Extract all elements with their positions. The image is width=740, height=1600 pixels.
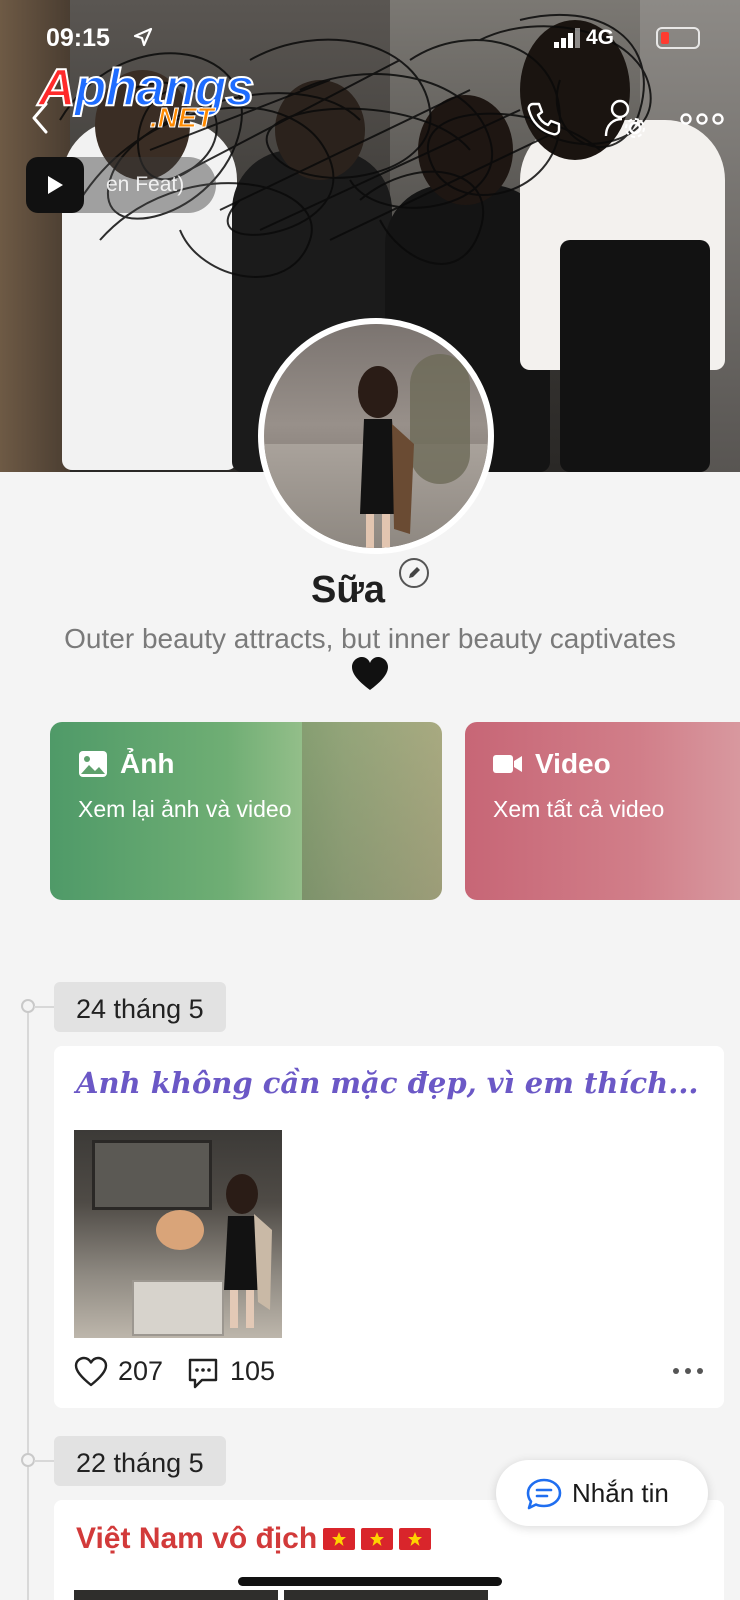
- videos-card-subtitle: Xem tất cả video: [493, 796, 665, 822]
- photos-card-title-row: Ảnh: [78, 748, 174, 780]
- post-image-strip[interactable]: [74, 1590, 494, 1600]
- post-image-figure: [224, 1174, 272, 1328]
- chat-bubble-icon: [526, 1478, 562, 1510]
- timeline-post[interactable]: Anh không cần mặc đẹp, vì em thích... 20…: [54, 1046, 724, 1408]
- post-actions: 207 105: [74, 1352, 704, 1392]
- comment-icon[interactable]: [186, 1356, 220, 1390]
- more-options-icon[interactable]: [680, 110, 724, 128]
- send-message-button[interactable]: Nhắn tin: [496, 1460, 708, 1526]
- person-settings-icon[interactable]: [604, 98, 648, 140]
- timeline-line: [27, 1006, 29, 1600]
- battery-icon: [656, 27, 700, 49]
- black-heart-icon: [352, 657, 388, 690]
- play-icon: [48, 176, 63, 194]
- videos-card-title: Video: [535, 748, 611, 779]
- timeline-dot: [21, 1453, 35, 1467]
- profile-bio: Outer beauty attracts, but inner beauty …: [64, 623, 676, 654]
- status-time: 09:15: [46, 24, 110, 52]
- vietnam-flag-icon: [323, 1528, 356, 1550]
- videos-card-title-row: Video: [493, 748, 611, 780]
- phone-icon[interactable]: [525, 100, 563, 138]
- profile-name-row: Sữa: [0, 558, 740, 612]
- photos-card-thumbnail: [302, 722, 442, 900]
- like-heart-icon[interactable]: [74, 1356, 108, 1388]
- timeline-date-chip: 22 tháng 5: [54, 1436, 226, 1486]
- like-count: 207: [118, 1356, 164, 1386]
- image-icon: [79, 751, 107, 777]
- profile-avatar[interactable]: [258, 318, 494, 554]
- photos-card-title: Ảnh: [120, 748, 175, 779]
- post-caption-row: Việt Nam vô địch: [76, 1522, 432, 1556]
- timeline-dot: [21, 999, 35, 1013]
- profile-name: Sữa: [311, 569, 385, 611]
- video-camera-icon: [493, 755, 522, 773]
- status-bar: 09:15 4G: [46, 22, 700, 54]
- network-type: 4G: [585, 26, 614, 49]
- send-message-label: Nhắn tin: [572, 1478, 669, 1508]
- vietnam-flag-icon: [399, 1528, 432, 1550]
- music-thumbnail: [26, 157, 84, 213]
- edit-name-icon[interactable]: [399, 558, 429, 588]
- videos-card[interactable]: Video Xem tất cả video: [465, 722, 740, 900]
- post-caption: Việt Nam vô địch: [76, 1522, 318, 1555]
- watermark-logo: Aphangs .NET: [37, 58, 255, 134]
- signal-icon: [554, 28, 580, 48]
- post-caption: Anh không cần mặc đẹp, vì em thích...: [76, 1066, 699, 1100]
- location-arrow-icon: [133, 27, 153, 47]
- photos-card[interactable]: Ảnh Xem lại ảnh và video: [50, 722, 442, 900]
- profile-music-player[interactable]: en Feat): [26, 157, 216, 213]
- comment-count: 105: [230, 1356, 276, 1386]
- back-icon[interactable]: [26, 98, 56, 138]
- vietnam-flag-icon: [361, 1528, 394, 1550]
- photos-card-subtitle: Xem lại ảnh và video: [78, 796, 292, 822]
- post-more-icon[interactable]: [672, 1366, 704, 1376]
- timeline-date-chip: 24 tháng 5: [54, 982, 226, 1032]
- music-title: en Feat): [106, 173, 185, 196]
- avatar-figure: [358, 366, 414, 548]
- home-indicator[interactable]: [238, 1577, 502, 1586]
- post-image[interactable]: [74, 1130, 282, 1338]
